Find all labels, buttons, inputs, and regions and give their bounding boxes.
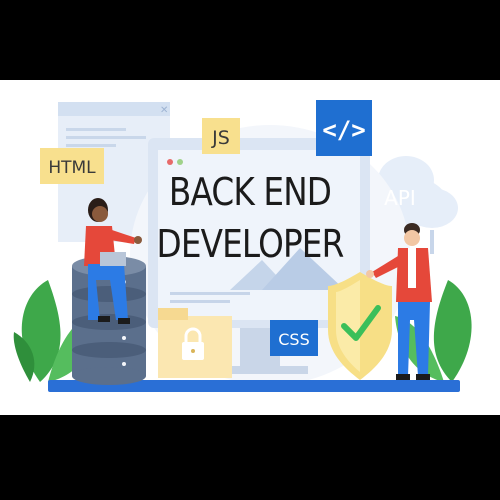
bg-text-line xyxy=(66,144,116,147)
close-icon: ✕ xyxy=(160,105,168,116)
css-tag-label: CSS xyxy=(278,330,309,349)
code-tag-label: </> xyxy=(322,116,365,144)
padlock-icon xyxy=(158,308,232,378)
js-tag-label: JS xyxy=(211,127,230,149)
bg-window-left-bar xyxy=(58,102,170,116)
bg-text-line xyxy=(66,128,126,131)
js-tag: JS xyxy=(202,118,240,154)
bg-text-line xyxy=(66,136,146,139)
title-line-1: BACK END xyxy=(168,170,332,214)
code-tag-icon: </> xyxy=(316,100,372,156)
illustration-canvas: ✕ JS HTML </> API CSS BACK END DEVELOPER xyxy=(0,80,500,415)
title-line-2: DEVELOPER xyxy=(156,222,345,266)
css-tag: CSS xyxy=(270,320,318,356)
